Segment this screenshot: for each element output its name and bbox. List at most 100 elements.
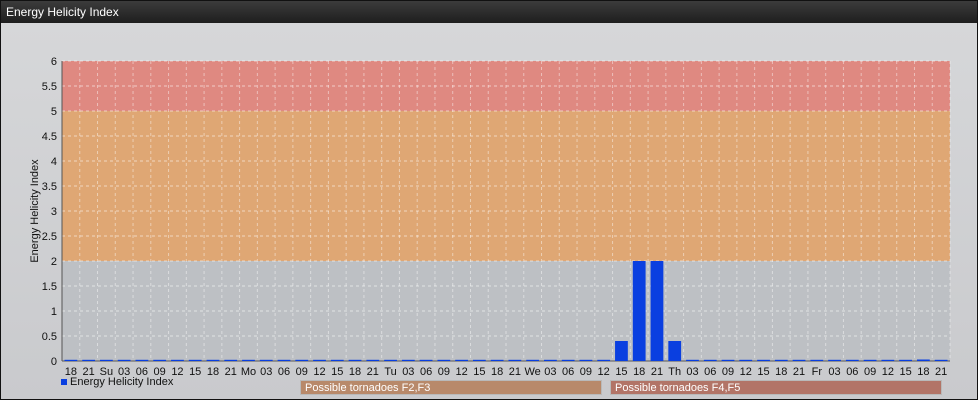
bar bbox=[135, 359, 149, 361]
x-tick-label: 15 bbox=[899, 366, 911, 378]
bar bbox=[579, 359, 593, 361]
plot-area: 0 0.5 1 1.5 2 2.5 3 3.5 4 4.5 5 5.5 6 Energy Helicity… bbox=[1, 23, 977, 399]
y-tick-label: 2.5 bbox=[42, 231, 57, 243]
bar bbox=[774, 359, 788, 361]
bar bbox=[792, 359, 806, 361]
bar bbox=[668, 341, 682, 361]
bar bbox=[757, 359, 770, 361]
bar bbox=[615, 341, 628, 361]
x-tick-label: 15 bbox=[189, 366, 201, 378]
x-tick-label: 18 bbox=[917, 366, 929, 378]
x-tick-label: 09 bbox=[864, 366, 876, 378]
bar bbox=[561, 359, 575, 361]
x-tick-label: 03 bbox=[828, 366, 840, 378]
y-tick-label: 5.5 bbox=[42, 81, 57, 93]
x-tick-label: 15 bbox=[615, 366, 627, 378]
x-tick-label: 15 bbox=[331, 366, 343, 378]
x-tick-label: 21 bbox=[225, 366, 237, 378]
x-tick-label: We bbox=[524, 366, 540, 378]
band-label-f2f3: Possible tornadoes F2,F3 bbox=[300, 380, 602, 395]
x-tick-label: 12 bbox=[455, 366, 467, 378]
bar bbox=[632, 261, 646, 361]
x-tick-label: 09 bbox=[722, 366, 734, 378]
bar bbox=[544, 359, 557, 361]
x-tick-label: 21 bbox=[367, 366, 379, 378]
chart-panel: Energy Helicity Index 0 0.5 1 1.5 2 2.5 3 3.5 4 4… bbox=[0, 0, 978, 400]
x-tick-label: Tu bbox=[384, 366, 396, 378]
bar bbox=[526, 359, 540, 361]
bar bbox=[100, 359, 113, 361]
x-tick-label: 15 bbox=[473, 366, 485, 378]
y-tick-label: 1 bbox=[51, 306, 57, 318]
x-tick-label: 03 bbox=[544, 366, 556, 378]
x-tick-label: 09 bbox=[296, 366, 308, 378]
bar bbox=[934, 359, 948, 361]
bar bbox=[295, 359, 309, 361]
bar bbox=[508, 359, 522, 361]
x-tick-label: 15 bbox=[757, 366, 769, 378]
x-tick-label: 03 bbox=[686, 366, 698, 378]
x-tick-label: 18 bbox=[349, 366, 361, 378]
x-tick-label: 21 bbox=[509, 366, 521, 378]
x-tick-label: 03 bbox=[260, 366, 272, 378]
legend-label: Energy Helicity Index bbox=[70, 376, 174, 388]
bar bbox=[206, 359, 220, 361]
ehi-chart: 0 0.5 1 1.5 2 2.5 3 3.5 4 4.5 5 5.5 6 Energy Helicity… bbox=[29, 56, 951, 378]
x-tick-label: 18 bbox=[633, 366, 645, 378]
legend-swatch bbox=[61, 379, 67, 385]
y-tick-label: 3.5 bbox=[42, 181, 57, 193]
bar bbox=[472, 359, 486, 361]
bar bbox=[313, 359, 326, 361]
bar bbox=[82, 359, 96, 361]
x-tick-label: 18 bbox=[491, 366, 503, 378]
bar bbox=[171, 359, 184, 361]
y-tick-label: 2 bbox=[51, 256, 57, 268]
band-label-f4f5: Possible tornadoes F4,F5 bbox=[610, 380, 942, 395]
x-tick-label: 21 bbox=[651, 366, 663, 378]
bar bbox=[739, 359, 753, 361]
bar bbox=[597, 359, 611, 361]
bar bbox=[401, 359, 415, 361]
bar bbox=[721, 359, 735, 361]
x-tick-label: 06 bbox=[562, 366, 574, 378]
bar bbox=[64, 359, 78, 361]
x-tick-label: 12 bbox=[740, 366, 752, 378]
bar bbox=[366, 359, 380, 361]
bar bbox=[899, 359, 912, 361]
y-tick-label: 1.5 bbox=[42, 281, 57, 293]
x-tick-label: 09 bbox=[580, 366, 592, 378]
bar bbox=[845, 359, 859, 361]
x-tick-label: Fr bbox=[812, 366, 823, 378]
bar bbox=[916, 359, 930, 361]
x-tick-label: 18 bbox=[207, 366, 219, 378]
x-tick-label: 06 bbox=[420, 366, 432, 378]
y-tick-label: 3 bbox=[51, 206, 57, 218]
x-tick-label: 03 bbox=[402, 366, 414, 378]
bar bbox=[242, 359, 255, 361]
bar bbox=[224, 359, 238, 361]
x-tick-label: 18 bbox=[775, 366, 787, 378]
y-tick-label: 0 bbox=[51, 356, 57, 368]
x-tick-label: 12 bbox=[882, 366, 894, 378]
bar bbox=[810, 359, 824, 361]
bar bbox=[455, 359, 468, 361]
bar bbox=[117, 359, 131, 361]
legend: Energy Helicity Index bbox=[61, 376, 173, 388]
x-tick-label: 21 bbox=[793, 366, 805, 378]
y-tick-label: 6 bbox=[51, 56, 57, 68]
x-tick-label: Th bbox=[668, 366, 681, 378]
bar bbox=[330, 359, 344, 361]
x-tick-label: 06 bbox=[704, 366, 716, 378]
bar bbox=[259, 359, 273, 361]
bar bbox=[153, 359, 167, 361]
x-tick-label: 06 bbox=[846, 366, 858, 378]
bar bbox=[686, 359, 699, 361]
bar bbox=[419, 359, 433, 361]
x-tick-label: 12 bbox=[598, 366, 610, 378]
y-tick-label: 5 bbox=[51, 106, 57, 118]
bar bbox=[490, 359, 504, 361]
bar bbox=[881, 359, 895, 361]
y-tick-label: 0.5 bbox=[42, 331, 57, 343]
panel-title: Energy Helicity Index bbox=[1, 1, 977, 23]
x-tick-label: 21 bbox=[935, 366, 947, 378]
